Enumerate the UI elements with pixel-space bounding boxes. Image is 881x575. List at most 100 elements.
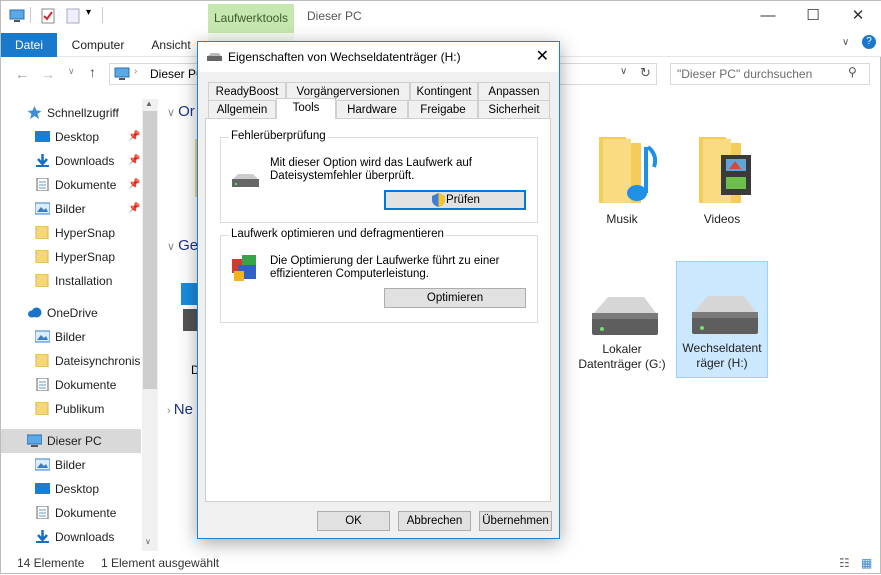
downloads-icon: [36, 154, 49, 167]
drive-wechseldatentraeger-h[interactable]: Wechseldatent räger (H:): [676, 261, 768, 378]
tab-ansicht[interactable]: Ansicht: [141, 33, 201, 57]
new-folder-icon[interactable]: [66, 8, 80, 24]
scroll-up-icon[interactable]: ▲: [145, 99, 153, 108]
nav-item-dateisynchronisierung[interactable]: Dateisynchronisi: [1, 349, 141, 373]
tab-sicherheit[interactable]: Sicherheit: [478, 100, 550, 118]
nav-item-bilder[interactable]: Bilder: [1, 325, 141, 349]
maximize-button[interactable]: ☐: [790, 1, 836, 31]
qat-dropdown-icon[interactable]: ▾: [86, 7, 91, 18]
group-header-netzwerk[interactable]: › Ne: [167, 401, 193, 418]
refresh-icon[interactable]: ↻: [640, 65, 651, 81]
nav-item-dokumente[interactable]: Dokumente: [1, 501, 141, 525]
ribbon-expand-icon[interactable]: ∨: [842, 37, 849, 48]
folder-icon: [35, 402, 49, 415]
nav-item-desktop[interactable]: Desktop 📌: [1, 125, 141, 149]
search-input[interactable]: "Dieser PC" durchsuchen: [670, 63, 870, 85]
recent-dropdown-icon[interactable]: ∨: [68, 66, 75, 77]
tab-tools[interactable]: Tools: [276, 98, 336, 119]
optimize-group: Laufwerk optimieren und defragmentieren …: [220, 228, 538, 323]
nav-item-downloads[interactable]: Downloads: [1, 525, 141, 549]
documents-icon: [36, 178, 49, 191]
nav-item-schnellzugriff[interactable]: Schnellzugriff: [1, 101, 141, 125]
details-view-icon[interactable]: ☷: [839, 551, 850, 575]
group-header-ordner[interactable]: ∨ Or: [167, 103, 195, 120]
nav-item-publikum[interactable]: Publikum: [1, 397, 141, 421]
tab-computer[interactable]: Computer: [63, 33, 133, 57]
apply-button[interactable]: Übernehmen: [479, 511, 552, 531]
optimieren-button[interactable]: Optimieren: [384, 288, 526, 308]
group-header-geraete[interactable]: ∨ Ge: [167, 237, 198, 254]
nav-item-hypersnap[interactable]: HyperSnap: [1, 245, 141, 269]
nav-item-dieser-pc[interactable]: Dieser PC: [1, 429, 141, 453]
documents-icon: [36, 506, 49, 519]
address-dropdown-icon[interactable]: ∨: [620, 66, 627, 77]
tab-datei[interactable]: Datei: [1, 33, 57, 57]
tab-allgemein[interactable]: Allgemein: [208, 100, 276, 118]
ok-button[interactable]: OK: [317, 511, 390, 531]
defrag-icon: [232, 255, 256, 281]
hard-drive-icon: [692, 296, 758, 334]
properties-icon[interactable]: [41, 8, 55, 24]
nav-scrollbar-thumb[interactable]: [143, 111, 157, 389]
pc-icon[interactable]: [9, 9, 25, 23]
help-icon[interactable]: ?: [862, 35, 876, 49]
folder-icon: [35, 274, 49, 287]
nav-item-installation[interactable]: Installation: [1, 269, 141, 293]
pictures-icon: [35, 330, 50, 343]
dialog-close-icon[interactable]: ✕: [536, 42, 549, 72]
drive-icon: [207, 53, 222, 61]
nav-item-downloads[interactable]: Downloads 📌: [1, 149, 141, 173]
desktop-folder-icon: [35, 483, 50, 494]
dialog-title-bar[interactable]: Eigenschaften von Wechseldatenträger (H:…: [198, 42, 559, 72]
drive-label: Lokaler Datenträger (G:): [578, 342, 666, 371]
shield-icon: [432, 193, 445, 207]
folder-label: Musik: [606, 212, 638, 226]
pruefen-button[interactable]: Prüfen: [384, 190, 526, 210]
nav-item-dokumente[interactable]: Dokumente: [1, 373, 141, 397]
minimize-button[interactable]: —: [745, 1, 791, 31]
folder-icon: [35, 226, 49, 239]
tab-hardware[interactable]: Hardware: [336, 100, 408, 118]
video-folder-icon: [699, 137, 751, 203]
up-icon[interactable]: ↑: [89, 64, 96, 80]
nav-item-bilder[interactable]: Bilder 📌: [1, 197, 141, 221]
back-icon[interactable]: ←: [15, 66, 29, 82]
pin-icon[interactable]: 📌: [128, 173, 140, 197]
tools-panel: Fehlerüberprüfung Mit dieser Option wird…: [205, 118, 551, 502]
forward-icon[interactable]: →: [41, 66, 55, 82]
hard-drive-icon: [592, 297, 658, 335]
scroll-down-icon[interactable]: ∨: [145, 537, 151, 546]
desktop-folder-icon: [35, 131, 50, 142]
nav-item-desktop[interactable]: Desktop: [1, 477, 141, 501]
pin-icon[interactable]: 📌: [128, 149, 140, 173]
nav-item-bilder[interactable]: Bilder: [1, 453, 141, 477]
error-check-text-1: Mit dieser Option wird das Laufwerk auf: [270, 157, 472, 169]
large-icons-view-icon[interactable]: ▦: [861, 551, 872, 575]
downloads-icon: [36, 530, 49, 543]
tab-anpassen[interactable]: Anpassen: [478, 82, 550, 100]
nav-item-onedrive[interactable]: OneDrive: [1, 301, 141, 325]
nav-item-dokumente[interactable]: Dokumente 📌: [1, 173, 141, 197]
drive-label: Wechseldatent räger (H:): [682, 341, 762, 370]
tab-verwalten[interactable]: [208, 33, 294, 41]
folder-label: Videos: [703, 212, 741, 226]
context-tab-laufwerktools[interactable]: Laufwerktools: [208, 4, 294, 33]
folder-videos[interactable]: Videos: [679, 133, 765, 226]
pin-icon[interactable]: 📌: [128, 125, 140, 149]
pin-icon[interactable]: 📌: [128, 197, 140, 221]
navigation-pane: Schnellzugriff Desktop 📌 Downloads 📌 Dokum…: [1, 99, 159, 551]
folder-musik[interactable]: Musik: [579, 133, 665, 226]
search-icon[interactable]: ⚲: [848, 65, 857, 79]
pictures-icon: [35, 458, 50, 471]
drive-icon: [232, 174, 259, 187]
tab-readyboost[interactable]: ReadyBoost: [208, 82, 286, 100]
tab-freigabe[interactable]: Freigabe: [408, 100, 478, 118]
close-button[interactable]: ✕: [835, 1, 881, 31]
item-count: 14 Elemente: [17, 556, 85, 570]
nav-item-hypersnap[interactable]: HyperSnap: [1, 221, 141, 245]
cancel-button[interactable]: Abbrechen: [398, 511, 471, 531]
drive-lokaler-datentraeger-g[interactable]: Lokaler Datenträger (G:): [577, 263, 667, 372]
tab-kontingent[interactable]: Kontingent: [410, 82, 478, 100]
pc-icon: [27, 434, 42, 447]
optimize-legend: Laufwerk optimieren und defragmentieren: [229, 228, 446, 240]
